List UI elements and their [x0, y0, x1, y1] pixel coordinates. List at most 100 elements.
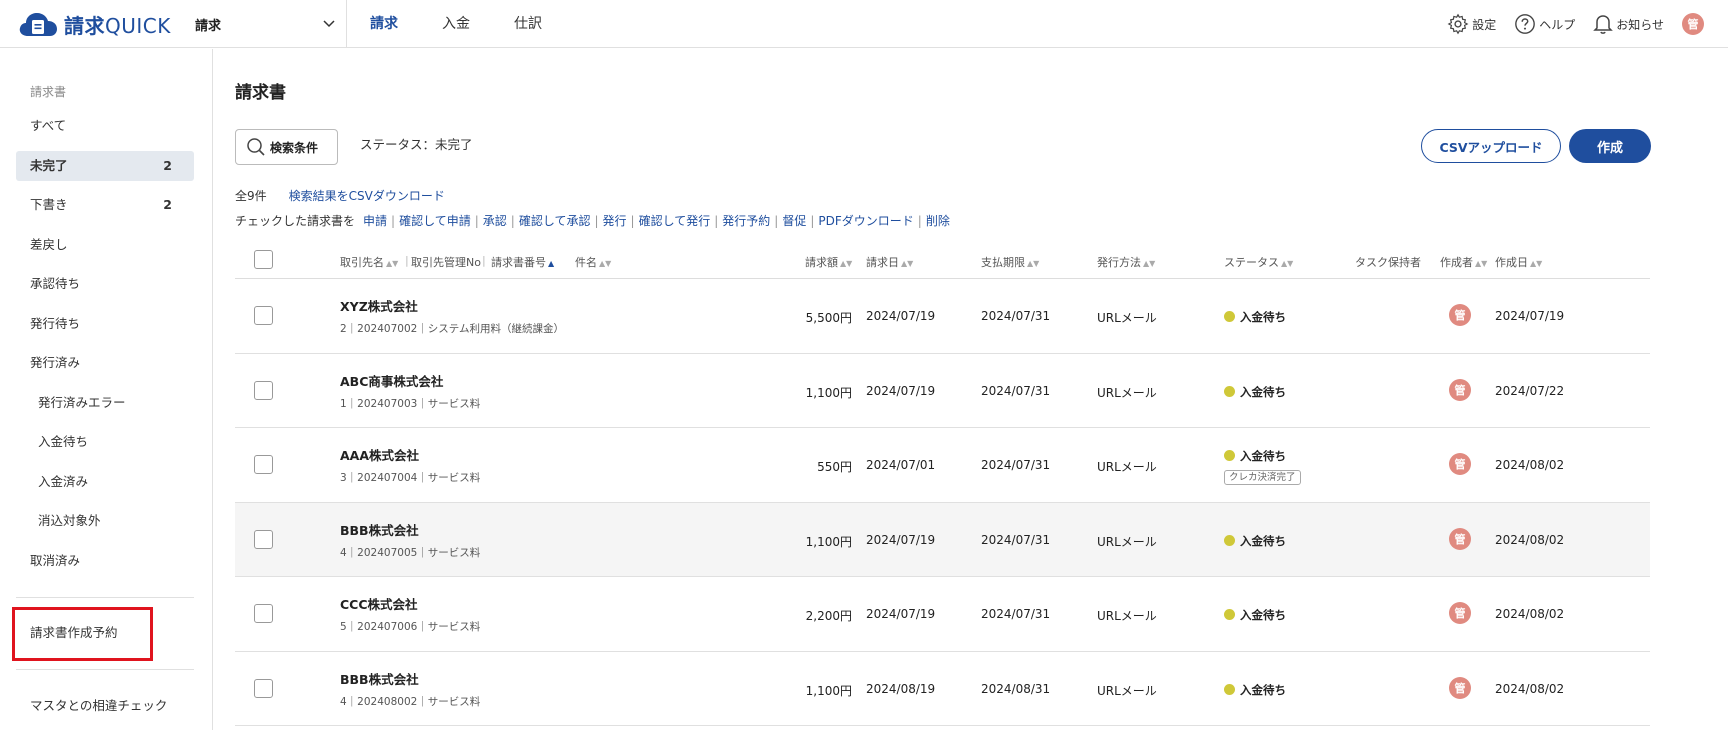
action-schedule-issue[interactable]: 発行予約: [722, 212, 770, 229]
sidebar-item-returned[interactable]: 差戻し: [16, 230, 194, 260]
client-name[interactable]: BBB株式会社: [340, 520, 419, 539]
tab-invoice[interactable]: 請求: [370, 0, 398, 48]
sort-icon: ▲▼: [901, 259, 914, 268]
sidebar-item-master-check[interactable]: マスタとの相違チェック: [16, 691, 194, 721]
sidebar-item-awaiting-approval[interactable]: 承認待ち: [16, 269, 194, 299]
status-text: 入金待ち: [1240, 449, 1286, 463]
col-amount[interactable]: 請求額 ▲▼: [805, 254, 852, 270]
chevron-down-icon: [323, 20, 335, 28]
sidebar-item-draft[interactable]: 下書き 2: [16, 190, 194, 220]
client-name[interactable]: ABC商事株式会社: [340, 371, 443, 390]
product-select[interactable]: 請求: [195, 0, 347, 48]
client-name[interactable]: CCC株式会社: [340, 594, 418, 613]
sidebar-item-all[interactable]: すべて: [16, 111, 194, 141]
user-avatar[interactable]: 管: [1682, 13, 1704, 35]
sidebar-item-issued-error[interactable]: 発行済みエラー: [16, 388, 194, 418]
due-date: 2024/08/31: [981, 681, 1051, 696]
status-cell: 入金待ち: [1224, 533, 1286, 549]
sidebar-item-incomplete[interactable]: 未完了 2: [16, 151, 194, 181]
action-confirm-apply[interactable]: 確認して申請: [399, 212, 471, 229]
search-icon: [247, 138, 265, 156]
sidebar-item-cancelled[interactable]: 取消済み: [16, 546, 194, 576]
action-delete[interactable]: 削除: [926, 212, 950, 229]
sidebar-item-excluded[interactable]: 消込対象外: [16, 506, 194, 536]
table-row[interactable]: AAA株式会社 3｜202407004｜サービス料 550円 2024/07/0…: [235, 428, 1650, 503]
action-approve[interactable]: 承認: [483, 212, 507, 229]
col-client[interactable]: 取引先名 ▲▼: [340, 254, 398, 270]
page-title: 請求書: [235, 83, 286, 103]
status-dot-icon: [1224, 450, 1235, 461]
action-pdf-download[interactable]: PDFダウンロード: [818, 212, 913, 229]
status-text: 入金待ち: [1240, 310, 1286, 324]
action-issue[interactable]: 発行: [603, 212, 627, 229]
row-checkbox[interactable]: [254, 306, 273, 325]
created-date: 2024/08/02: [1495, 532, 1565, 547]
col-status[interactable]: ステータス ▲▼: [1224, 254, 1293, 270]
row-meta: 1｜202407003｜サービス料: [340, 397, 481, 410]
action-confirm-issue[interactable]: 確認して発行: [639, 212, 711, 229]
sort-icon: ▲▼: [840, 259, 853, 268]
sort-icon: ▲▼: [1143, 259, 1156, 268]
status-cell: 入金待ち: [1224, 682, 1286, 698]
row-checkbox[interactable]: [254, 604, 273, 623]
action-confirm-approve[interactable]: 確認して承認: [519, 212, 591, 229]
result-count: 全9件: [235, 189, 267, 203]
sidebar-item-issued[interactable]: 発行済み: [16, 348, 194, 378]
amount: 550円: [817, 460, 852, 474]
table-row[interactable]: CCC株式会社 5｜202407006｜サービス料 2,200円 2024/07…: [235, 577, 1650, 652]
sort-icon: ▲▼: [1027, 259, 1040, 268]
select-all-checkbox[interactable]: [254, 250, 273, 269]
sidebar-item-awaiting-payment[interactable]: 入金待ち: [16, 427, 194, 457]
client-name[interactable]: AAA株式会社: [340, 445, 419, 464]
table-row[interactable]: BBB株式会社 4｜202407005｜サービス料 1,100円 2024/07…: [235, 502, 1650, 577]
row-checkbox[interactable]: [254, 455, 273, 474]
notifications-button[interactable]: お知らせ: [1593, 13, 1664, 35]
col-bill-date[interactable]: 請求日 ▲▼: [866, 254, 913, 270]
bulk-actions-prefix: チェックした請求書を: [235, 214, 356, 228]
sidebar-item-awaiting-issue[interactable]: 発行待ち: [16, 309, 194, 339]
result-count-line: 全9件 検索結果をCSVダウンロード: [235, 187, 445, 204]
amount: 1,100円: [805, 534, 852, 549]
created-date: 2024/08/02: [1495, 681, 1565, 696]
sidebar-item-paid[interactable]: 入金済み: [16, 467, 194, 497]
search-conditions-label: 検索条件: [270, 140, 319, 155]
row-checkbox[interactable]: [254, 678, 273, 698]
row-checkbox[interactable]: [254, 529, 273, 549]
action-remind[interactable]: 督促: [782, 212, 806, 229]
col-creator[interactable]: 作成者 ▲▼: [1440, 254, 1487, 270]
creator-avatar: 管: [1449, 676, 1471, 699]
csv-download-link[interactable]: 検索結果をCSVダウンロード: [289, 187, 445, 204]
create-button[interactable]: 作成: [1569, 129, 1651, 163]
status-cell: 入金待ち: [1224, 607, 1286, 623]
due-date: 2024/07/31: [981, 309, 1051, 323]
settings-button[interactable]: 設定: [1447, 13, 1496, 35]
issue-method: URLメール: [1097, 311, 1157, 325]
action-apply[interactable]: 申請: [363, 212, 387, 229]
created-date: 2024/08/02: [1495, 607, 1565, 621]
table-row[interactable]: BBB株式会社 4｜202408002｜サービス料 1,100円 2024/08…: [235, 652, 1650, 726]
header-right: 設定 ヘルプ お知らせ 管: [1447, 0, 1704, 48]
status-dot-icon: [1224, 385, 1235, 397]
app-logo[interactable]: 請求QUICK: [18, 9, 171, 39]
tab-journal[interactable]: 仕訳: [514, 0, 542, 48]
col-due-date[interactable]: 支払期限 ▲▼: [981, 254, 1039, 270]
client-name[interactable]: BBB株式会社: [340, 669, 419, 688]
col-created[interactable]: 作成日 ▲▼: [1495, 254, 1542, 270]
client-name[interactable]: XYZ株式会社: [340, 296, 418, 315]
row-checkbox[interactable]: [254, 380, 273, 400]
tab-payment[interactable]: 入金: [442, 0, 470, 48]
table-row[interactable]: XYZ株式会社 2｜202407002｜システム利用料（継続課金） 5,500円…: [235, 279, 1650, 354]
col-client-no[interactable]: 取引先管理No: [411, 254, 481, 270]
csv-upload-button[interactable]: CSVアップロード: [1421, 129, 1561, 163]
issue-method: URLメール: [1097, 609, 1157, 623]
amount: 5,500円: [805, 311, 852, 325]
status-cell: 入金待ち: [1224, 384, 1286, 400]
help-button[interactable]: ヘルプ: [1514, 13, 1575, 35]
search-conditions-button[interactable]: 検索条件: [235, 129, 338, 165]
col-method[interactable]: 発行方法 ▲▼: [1097, 254, 1155, 270]
table-row[interactable]: ABC商事株式会社 1｜202407003｜サービス料 1,100円 2024/…: [235, 354, 1650, 428]
creator-avatar: 管: [1449, 527, 1471, 550]
bill-date: 2024/08/19: [866, 681, 936, 696]
col-subject[interactable]: 件名 ▲▼: [575, 254, 611, 270]
col-invoice-no[interactable]: 請求書番号 ▲: [491, 254, 554, 270]
